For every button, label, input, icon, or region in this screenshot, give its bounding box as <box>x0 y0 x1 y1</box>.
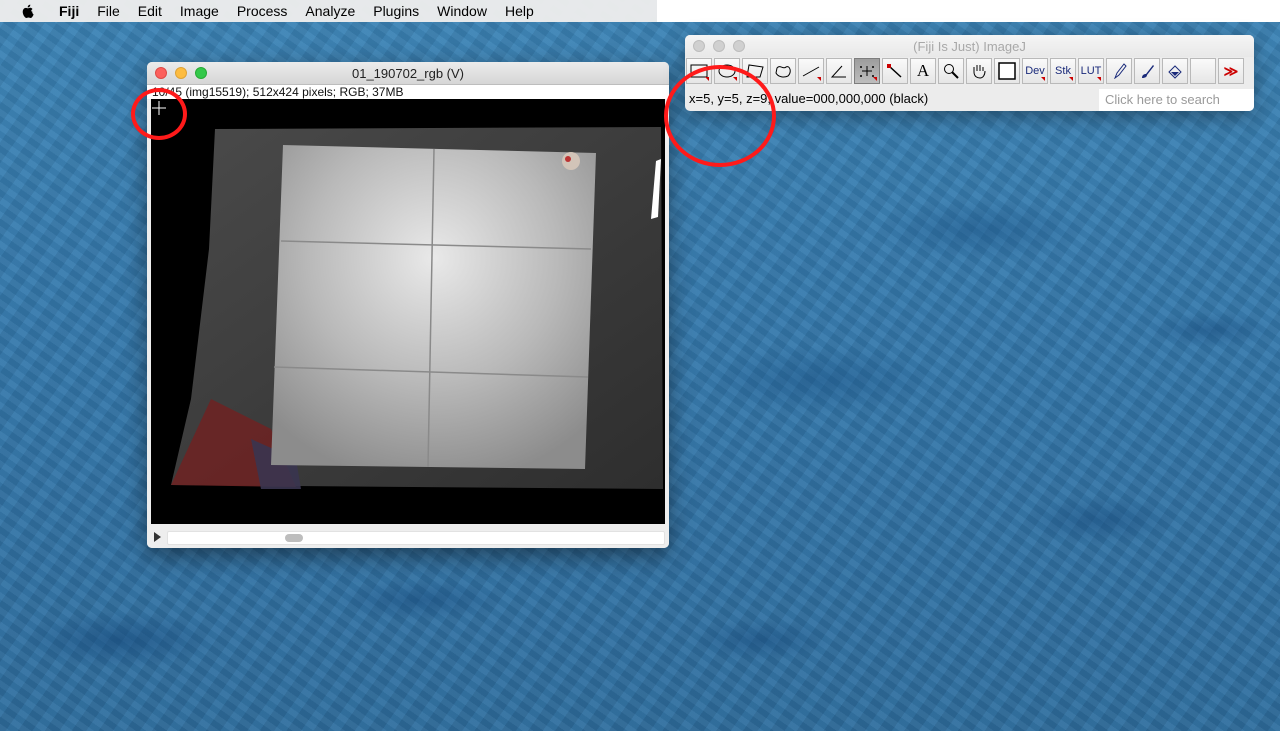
minimize-button[interactable] <box>713 40 725 52</box>
image-window-titlebar[interactable]: 01_190702_rgb (V) <box>147 62 669 85</box>
more-tools-label: ≫ <box>1223 62 1239 79</box>
menu-bar-blank-area <box>657 0 1280 22</box>
menu-bar: Fiji File Edit Image Process Analyze Plu… <box>0 0 657 22</box>
zoom-button[interactable] <box>733 40 745 52</box>
freehand-tool-icon[interactable] <box>770 58 796 84</box>
flood-fill-tool-icon[interactable] <box>1162 58 1188 84</box>
brush-tool-icon[interactable] <box>1134 58 1160 84</box>
imagej-titlebar[interactable]: (Fiji Is Just) ImageJ <box>685 35 1254 57</box>
pencil-tool-icon[interactable] <box>1106 58 1132 84</box>
minimize-button[interactable] <box>175 67 187 79</box>
stack-slider-row <box>147 526 669 548</box>
angle-tool-icon[interactable] <box>826 58 852 84</box>
magnifier-tool-icon[interactable] <box>938 58 964 84</box>
apple-icon[interactable] <box>20 3 36 19</box>
stack-menu-icon[interactable]: Stk <box>1050 58 1076 84</box>
menu-analyze[interactable]: Analyze <box>296 0 364 22</box>
more-tools-icon[interactable]: ≫ <box>1218 58 1244 84</box>
image-info-line: 10/45 (img15519); 512x424 pixels; RGB; 3… <box>147 85 669 99</box>
search-input[interactable]: Click here to search <box>1099 89 1254 111</box>
menu-image[interactable]: Image <box>171 0 228 22</box>
zoom-button[interactable] <box>195 67 207 79</box>
menu-window[interactable]: Window <box>428 0 496 22</box>
image-window[interactable]: 01_190702_rgb (V) 10/45 (img15519); 512x… <box>147 62 669 548</box>
image-window-title: 01_190702_rgb (V) <box>351 65 465 81</box>
hand-tool-icon[interactable] <box>966 58 992 84</box>
annotation-circle-image-corner <box>131 88 187 140</box>
menu-edit[interactable]: Edit <box>129 0 171 22</box>
close-button[interactable] <box>693 40 705 52</box>
stack-slider[interactable] <box>167 531 665 545</box>
empty-slot-icon[interactable] <box>1190 58 1216 84</box>
dev-menu-label: Dev <box>1025 65 1045 77</box>
wand-tool-icon[interactable] <box>882 58 908 84</box>
close-button[interactable] <box>155 67 167 79</box>
text-tool-label: A <box>916 61 930 80</box>
image-content <box>151 99 665 524</box>
menu-process[interactable]: Process <box>228 0 297 22</box>
play-animation-icon[interactable] <box>154 532 161 542</box>
dev-menu-icon[interactable]: Dev <box>1022 58 1048 84</box>
annotation-circle-status <box>664 65 776 167</box>
stack-menu-label: Stk <box>1055 65 1071 77</box>
stack-slider-thumb[interactable] <box>285 534 303 542</box>
menu-help[interactable]: Help <box>496 0 543 22</box>
text-tool-icon[interactable]: A <box>910 58 936 84</box>
image-canvas[interactable] <box>151 99 665 524</box>
menu-file[interactable]: File <box>88 0 129 22</box>
line-tool-icon[interactable] <box>798 58 824 84</box>
tool-row: A Dev Stk LUT ≫ <box>685 58 1246 86</box>
lut-menu-label: LUT <box>1080 65 1102 77</box>
point-tool-icon[interactable] <box>854 58 880 84</box>
imagej-window-title: (Fiji Is Just) ImageJ <box>913 38 1026 54</box>
menu-app-fiji[interactable]: Fiji <box>50 0 88 22</box>
color-picker-icon[interactable] <box>994 58 1020 84</box>
menu-plugins[interactable]: Plugins <box>364 0 428 22</box>
lut-menu-icon[interactable]: LUT <box>1078 58 1104 84</box>
